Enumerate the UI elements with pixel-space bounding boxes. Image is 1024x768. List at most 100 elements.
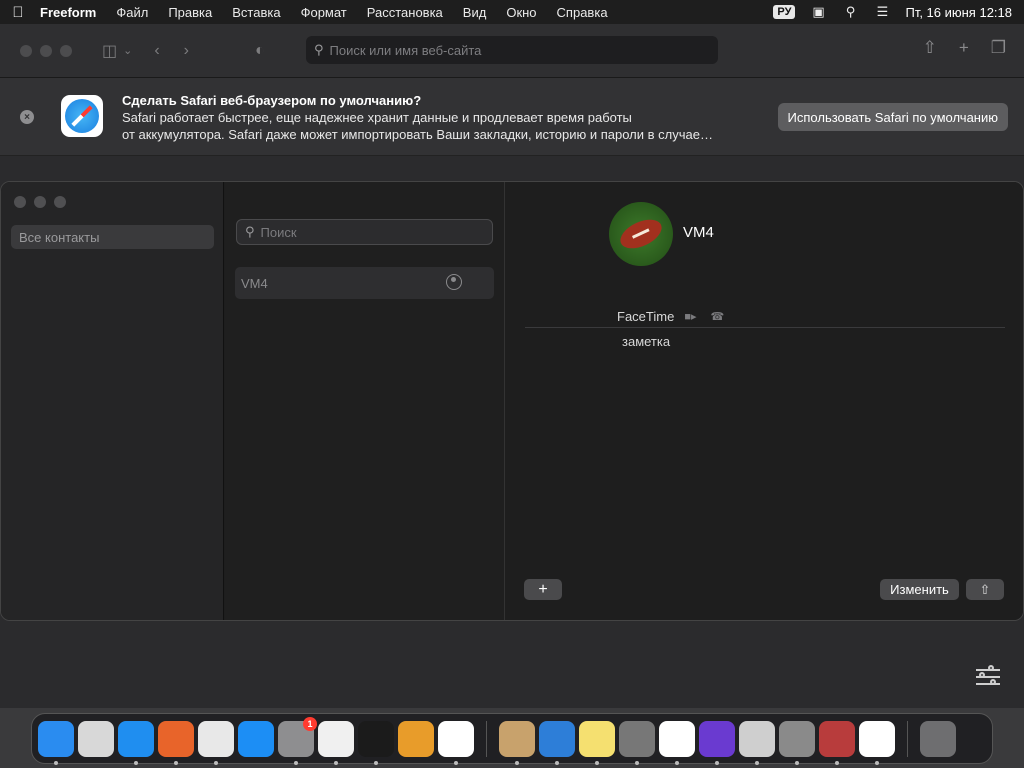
menu-app-name[interactable]: Freeform xyxy=(36,5,106,20)
running-indicator xyxy=(795,760,799,765)
dock-contacts-icon[interactable] xyxy=(499,720,535,765)
close-window-button[interactable] xyxy=(14,196,26,208)
zoom-window-button[interactable] xyxy=(60,44,72,57)
close-window-button[interactable] xyxy=(20,44,32,57)
safari-toolbar-actions: ⇧ + ❐ xyxy=(923,38,1006,58)
list-item[interactable]: VM4 xyxy=(235,267,494,299)
spotlight-search-icon[interactable]: ⚲ xyxy=(841,4,859,19)
phone-icon[interactable]: ☎ xyxy=(710,310,724,323)
sidebar-toggle-icon[interactable]: ◫ xyxy=(102,41,117,61)
new-tab-icon[interactable]: + xyxy=(959,38,969,58)
menu-view[interactable]: Вид xyxy=(453,5,497,20)
menu-file[interactable]: Файл xyxy=(106,5,158,20)
menu-insert[interactable]: Вставка xyxy=(222,5,290,20)
dock-chess-icon[interactable] xyxy=(779,720,815,765)
running-indicator xyxy=(555,760,559,765)
banner-text: Сделать Safari веб-браузером по умолчани… xyxy=(122,92,713,143)
default-browser-banner: × Сделать Safari веб-браузером по умолча… xyxy=(0,78,1024,156)
search-icon: ⚲ xyxy=(314,42,324,57)
minimize-window-button[interactable] xyxy=(34,196,46,208)
safari-traffic-lights xyxy=(20,44,72,57)
running-indicator xyxy=(374,760,378,765)
contacts-window: Все контакты ⚲ Поиск VM4 VM4 FaceTime ■▸… xyxy=(0,181,1024,621)
input-source-badge[interactable]: РУ xyxy=(773,5,796,19)
running-indicator xyxy=(334,760,338,765)
share-icon[interactable]: ⇧ xyxy=(923,38,937,58)
search-placeholder: Поиск xyxy=(260,224,297,240)
dock-garageband-icon[interactable] xyxy=(398,720,434,757)
running-indicator xyxy=(755,760,759,765)
running-indicator xyxy=(294,760,298,765)
notification-badge: 1 xyxy=(303,716,317,731)
chevron-down-icon[interactable]: ⌄ xyxy=(123,44,132,57)
share-button[interactable]: ⇧ xyxy=(966,579,1004,600)
running-indicator xyxy=(635,760,639,765)
dock-launchpad-icon[interactable] xyxy=(78,720,114,757)
running-indicator xyxy=(835,760,839,765)
dock-textedit-icon[interactable] xyxy=(318,720,354,765)
dock-weather-icon[interactable] xyxy=(539,720,575,765)
share-icon: ⇧ xyxy=(979,581,991,597)
contacts-search-input[interactable]: ⚲ Поиск xyxy=(236,219,493,245)
dock-finder-icon[interactable] xyxy=(38,720,74,765)
sidebar-item-all-contacts[interactable]: Все контакты xyxy=(11,225,214,249)
dock-trash-icon[interactable] xyxy=(920,720,956,757)
sliders-icon[interactable] xyxy=(976,665,1000,689)
dock-dictionary-icon[interactable] xyxy=(819,720,855,765)
contacts-traffic-lights xyxy=(14,196,66,208)
menu-clock[interactable]: Пт, 16 июня 12:18 xyxy=(905,5,1012,20)
dock-freeform-icon[interactable] xyxy=(859,720,895,765)
running-indicator xyxy=(134,760,138,765)
forward-arrow-icon[interactable]: › xyxy=(184,42,189,60)
dock-separator xyxy=(907,720,908,757)
person-icon xyxy=(446,274,462,290)
use-safari-default-button[interactable]: Использовать Safari по умолчанию xyxy=(777,103,1008,131)
close-icon[interactable]: × xyxy=(20,110,34,124)
dock-firefox-icon[interactable] xyxy=(158,720,194,765)
running-indicator xyxy=(875,760,879,765)
divider xyxy=(525,327,1005,328)
apple-menu-icon[interactable]:  xyxy=(0,4,36,21)
running-indicator xyxy=(54,760,58,765)
dock-font-book-icon[interactable] xyxy=(739,720,775,765)
zoom-window-button[interactable] xyxy=(54,196,66,208)
dock-system-settings-icon[interactable]: 1 xyxy=(278,716,317,765)
running-indicator xyxy=(675,760,679,765)
note-label: заметка xyxy=(622,334,671,349)
dock-terminal-icon[interactable] xyxy=(358,720,394,765)
back-arrow-icon[interactable]: ‹ xyxy=(154,42,159,60)
dock-app-store-icon[interactable] xyxy=(238,720,274,757)
running-indicator xyxy=(214,760,218,765)
dock-reminders-icon[interactable] xyxy=(659,720,695,765)
running-indicator xyxy=(515,760,519,765)
menu-window[interactable]: Окно xyxy=(496,5,546,20)
url-bar[interactable]: ⚲ Поиск или имя веб-сайта xyxy=(306,36,718,64)
running-indicator xyxy=(595,760,599,765)
dock-notes-icon[interactable] xyxy=(579,720,615,765)
dock-shortcuts-icon[interactable] xyxy=(699,720,735,765)
contact-row-name: VM4 xyxy=(241,275,268,291)
facetime-label: FaceTime xyxy=(617,309,675,324)
safari-logo-icon xyxy=(61,95,103,137)
menu-help[interactable]: Справка xyxy=(547,5,618,20)
minimize-window-button[interactable] xyxy=(40,44,52,57)
control-center-icon[interactable]: ☰ xyxy=(873,4,891,19)
dock-safari-icon[interactable] xyxy=(118,720,154,765)
dock-chrome-icon[interactable] xyxy=(198,720,234,765)
privacy-shield-icon[interactable]: ◐ xyxy=(255,42,265,60)
dock-screenshot-icon[interactable] xyxy=(619,720,655,765)
tab-overview-icon[interactable]: ❐ xyxy=(991,38,1006,58)
banner-title: Сделать Safari веб-браузером по умолчани… xyxy=(122,93,422,108)
menu-arrange[interactable]: Расстановка xyxy=(357,5,453,20)
menu-edit[interactable]: Правка xyxy=(158,5,222,20)
safari-toolbar: ◫ ⌄ ‹ › ◐ ⚲ Поиск или имя веб-сайта ⇧ + … xyxy=(0,24,1024,78)
edit-button[interactable]: Изменить xyxy=(880,579,959,600)
video-camera-icon[interactable]: ■▸ xyxy=(684,310,696,323)
screen-mirroring-icon[interactable]: ▣ xyxy=(809,4,827,19)
facetime-row: FaceTime ■▸ ☎ xyxy=(617,309,724,324)
menu-bar:  Freeform Файл Правка Вставка Формат Ра… xyxy=(0,0,1024,24)
menu-format[interactable]: Формат xyxy=(291,5,357,20)
banner-line-1: Safari работает быстрее, еще надежнее хр… xyxy=(122,110,632,125)
add-contact-button[interactable]: + xyxy=(524,579,562,600)
dock-vs-code-icon[interactable] xyxy=(438,720,474,765)
